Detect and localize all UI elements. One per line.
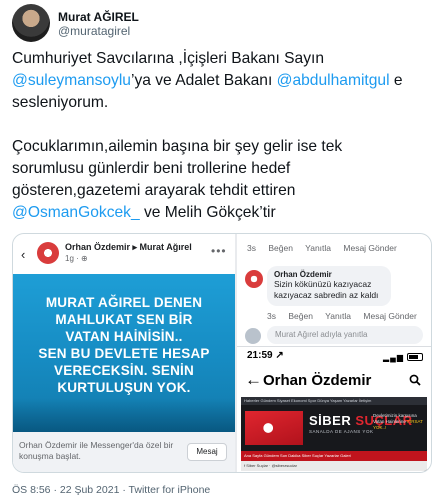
tweet-line: sesleniyorum. xyxy=(12,94,109,111)
search-icon xyxy=(409,374,421,386)
post-line: KURTULUŞUN YOK. xyxy=(57,380,191,395)
tweet-header: Murat AĞIREL @muratagirel xyxy=(12,4,432,44)
comment-actions-row: 3s Beğen Yanıtla Mesaj Gönder xyxy=(247,243,407,253)
chevron-left-icon: ‹ xyxy=(21,247,26,262)
site-logo-part: SİBER xyxy=(309,413,356,428)
site-tagline: SANALDA DE AJANS YOK xyxy=(309,429,374,434)
reply-action: Yanıtla xyxy=(325,311,352,321)
phone-screenshot[interactable]: 21:59 ↗ ▂▄▆ ← Orhan Özdemir Haberler Gün… xyxy=(237,346,431,472)
site-banner: Haberler Gündem Siyaset Ekonomi Spor Dün… xyxy=(241,397,427,471)
site-footer: f Siber Suçlar · @siberzsuclar xyxy=(241,461,427,471)
commenter-avatar xyxy=(245,270,263,288)
author-handle[interactable]: @muratagirel xyxy=(58,24,130,38)
fb-post-time: 1g · ⊕ xyxy=(65,254,88,263)
tweet-text: Cumhuriyet Savcılarına ,İçişleri Bakanı … xyxy=(12,48,437,224)
mention-abdulhamitgul[interactable]: @abdulhamitgul xyxy=(277,72,390,89)
comment-age: 3s xyxy=(267,311,276,321)
reply-input: Murat Ağırel adıyla yanıtla xyxy=(267,326,423,344)
back-arrow-icon: ← xyxy=(245,370,262,389)
tweet-line: sorumlusu günlerdir beni trollerine hede… xyxy=(12,160,291,177)
like-action: Beğen xyxy=(268,243,293,253)
tweet-meta[interactable]: ÖS 8:56 · 22 Şub 2021 · Twitter for iPho… xyxy=(12,484,210,496)
fb-post-card: MURAT AĞIREL DENEN MAHLUKAT SEN BİR VATA… xyxy=(13,274,235,432)
tweet-line: Çocuklarımın,ailemin başına bir şey geli… xyxy=(12,138,343,155)
tweet-line: @suleymansoylu’ya ve Adalet Bakanı @abdu… xyxy=(12,70,437,92)
tweet-line: Cumhuriyet Savcılarına ,İçişleri Bakanı … xyxy=(12,50,325,67)
fb-message-button: Mesaj xyxy=(187,443,227,461)
more-icon: ••• xyxy=(211,244,227,258)
comment-bubble: Orhan Özdemir Sizin kökünüzü kazıyacaz k… xyxy=(267,266,391,306)
fb-messenger-text: Orhan Özdemir ile Messenger'da özel bir … xyxy=(19,440,174,461)
tweet-fragment: ’ya ve Adalet Bakanı xyxy=(130,72,277,89)
post-line: MAHLUKAT SEN BİR xyxy=(55,312,193,327)
post-line: MURAT AĞIREL DENEN xyxy=(45,295,203,310)
site-menu: Haberler Gündem Siyaset Ekonomi Spor Dün… xyxy=(241,397,427,405)
fb-page-bar: ← Orhan Özdemir xyxy=(237,369,431,393)
commenter-name: Orhan Özdemir xyxy=(274,270,332,279)
battery-icon xyxy=(407,353,423,361)
tweet-media[interactable]: ‹ Orhan Özdemir ▸ Murat Ağırel 1g · ⊕ ••… xyxy=(12,233,432,473)
facebook-comments-screenshot[interactable]: 3s Beğen Yanıtla Mesaj Gönder Orhan Özde… xyxy=(237,234,431,346)
mention-osmangokcek[interactable]: @OsmanGokcek_ xyxy=(12,204,140,221)
tweet-line: @OsmanGokcek_ ve Melih Gökçek’tir xyxy=(12,202,437,224)
comment-age: 3s xyxy=(247,243,256,253)
fb-post-header: ‹ Orhan Özdemir ▸ Murat Ağırel 1g · ⊕ ••… xyxy=(13,234,235,274)
status-bar: 21:59 ↗ ▂▄▆ xyxy=(237,349,431,363)
send-message-action: Mesaj Gönder xyxy=(343,243,397,253)
send-message-action: Mesaj Gönder xyxy=(363,311,417,321)
author-name[interactable]: Murat AĞIREL xyxy=(58,10,139,24)
page-title: Orhan Özdemir xyxy=(263,372,372,389)
fb-poster-name: Orhan Özdemir ▸ Murat Ağırel xyxy=(65,242,192,252)
fb-post-text: MURAT AĞIREL DENEN MAHLUKAT SEN BİR VATA… xyxy=(13,294,235,396)
author-avatar[interactable] xyxy=(12,4,50,42)
fb-messenger-bar: Orhan Özdemir ile Messenger'da özel bir … xyxy=(13,432,235,472)
post-line: SEN BU DEVLETE HESAP xyxy=(38,346,210,361)
status-time: 21:59 ↗ xyxy=(247,350,284,361)
fb-poster-avatar xyxy=(37,242,59,264)
tweet-fragment: e xyxy=(389,72,403,89)
comment-text: Sizin kökünüzü kazıyacaz kazıyacaz sabre… xyxy=(274,279,379,300)
site-note: Devletimizin karşısına Vatan Hainlerine … xyxy=(373,413,425,431)
post-line: VERECEKSİN. SENİN xyxy=(54,363,194,378)
like-action: Beğen xyxy=(288,311,313,321)
reply-action: Yanıtla xyxy=(305,243,332,253)
signal-icon: ▂▄▆ xyxy=(383,353,404,362)
reply-avatar xyxy=(245,328,261,344)
site-nav: Ana Sayfa Gündem Son Dakika Siber Suçlar… xyxy=(241,451,427,461)
flag-image xyxy=(245,411,303,445)
post-line: VATAN HAİNİSİN.. xyxy=(65,329,183,344)
tweet-fragment: ve Melih Gökçek’tir xyxy=(139,204,276,221)
comment-actions-row: 3s Beğen Yanıtla Mesaj Gönder xyxy=(267,311,427,321)
facebook-post-screenshot[interactable]: ‹ Orhan Özdemir ▸ Murat Ağırel 1g · ⊕ ••… xyxy=(13,234,235,472)
mention-suleymansoylu[interactable]: @suleymansoylu xyxy=(12,72,131,89)
tweet-line: gösteren,gazetemi arayarak tehdit ettire… xyxy=(12,182,296,199)
